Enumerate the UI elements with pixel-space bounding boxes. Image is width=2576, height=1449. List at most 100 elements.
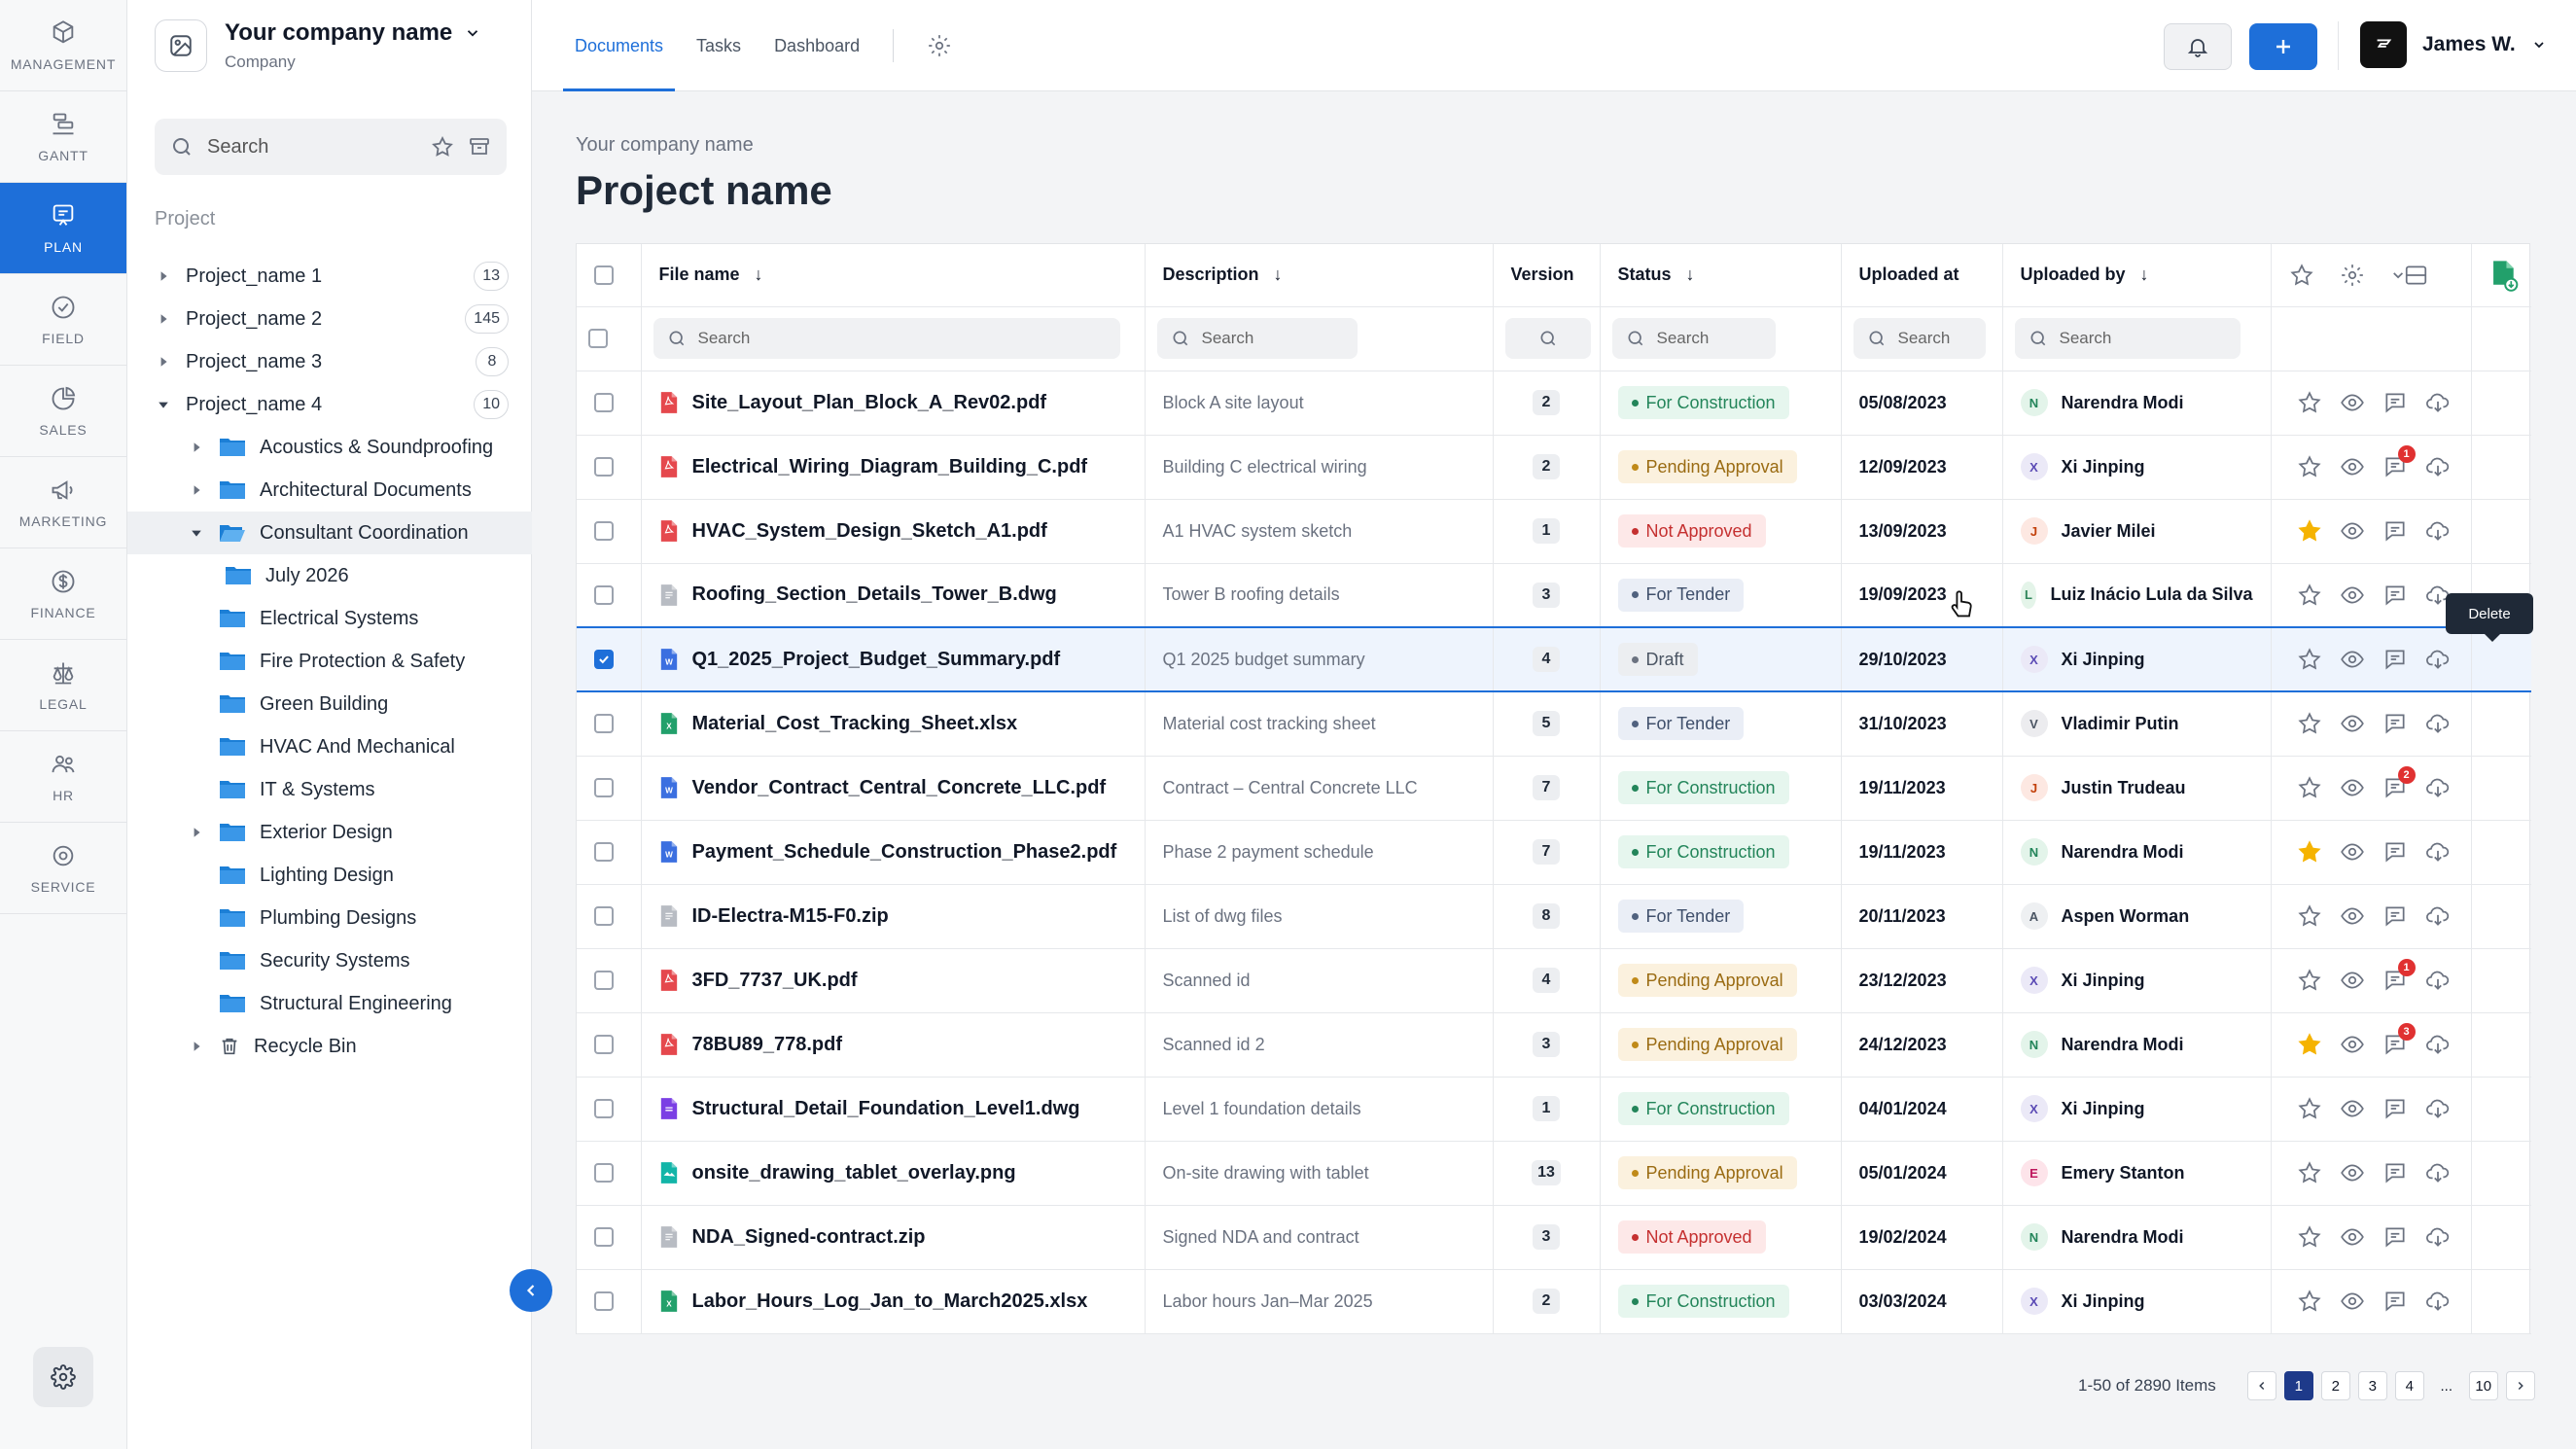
tree-node[interactable]: Project_name 1 13	[127, 255, 532, 298]
file-name-cell[interactable]: 78BU89_778.pdf	[641, 1012, 1146, 1078]
tree-node[interactable]: Consultant Coordination	[127, 512, 532, 554]
file-name-cell[interactable]: X Material_Cost_Tracking_Sheet.xlsx	[641, 691, 1146, 757]
file-search-input[interactable]: Search	[653, 318, 1120, 359]
tree-node[interactable]: Architectural Documents	[127, 469, 532, 512]
caret-down-icon[interactable]	[188, 527, 205, 539]
file-name[interactable]: Structural_Detail_Foundation_Level1.dwg	[692, 1098, 1080, 1120]
download-icon[interactable]	[2425, 518, 2451, 544]
file-name-cell[interactable]: Structural_Detail_Foundation_Level1.dwg	[641, 1077, 1146, 1142]
tree-node[interactable]: Plumbing Designs	[127, 897, 532, 939]
comment-icon[interactable]	[2382, 1160, 2408, 1185]
file-name[interactable]: Labor_Hours_Log_Jan_to_March2025.xlsx	[692, 1290, 1088, 1313]
eye-icon[interactable]	[2340, 647, 2365, 672]
table-row[interactable]: Roofing_Section_Details_Tower_B.dwg Tower…	[577, 563, 2531, 628]
caret-right-icon[interactable]	[188, 1041, 205, 1052]
notifications-button[interactable]	[2164, 23, 2232, 70]
status-badge[interactable]: Pending Approval	[1617, 1156, 1797, 1189]
row-checkbox[interactable]	[594, 778, 614, 797]
status-badge[interactable]: For Tender	[1617, 900, 1745, 933]
download-icon[interactable]	[2425, 1289, 2451, 1314]
collapse-panel-button[interactable]	[510, 1269, 552, 1312]
comment-icon[interactable]	[2382, 518, 2408, 544]
table-row[interactable]: X Labor_Hours_Log_Jan_to_March2025.xlsx La…	[577, 1269, 2531, 1334]
comment-icon[interactable]	[2382, 903, 2408, 929]
page-button[interactable]: 10	[2468, 1371, 2498, 1400]
file-name[interactable]: onsite_drawing_tablet_overlay.png	[692, 1162, 1016, 1184]
eye-icon[interactable]	[2340, 583, 2365, 608]
comment-icon[interactable]	[2382, 711, 2408, 736]
file-name-cell[interactable]: ID-Electra-M15-F0.zip	[641, 884, 1146, 949]
rail-item-legal[interactable]: LEGAL	[0, 640, 126, 731]
eye-icon[interactable]	[2340, 1224, 2365, 1250]
status-badge[interactable]: For Tender	[1617, 578, 1745, 612]
trash-icon[interactable]	[2468, 1224, 2471, 1250]
company-switcher[interactable]: Your company name Company	[155, 19, 481, 72]
row-checkbox[interactable]	[594, 457, 614, 477]
file-name[interactable]: Payment_Schedule_Construction_Phase2.pdf	[692, 841, 1117, 864]
export-excel-icon[interactable]	[2489, 259, 2519, 292]
download-icon[interactable]	[2425, 390, 2451, 415]
row-checkbox[interactable]	[594, 714, 614, 734]
table-row[interactable]: W Q1_2025_Project_Budget_Summary.pdf Q1 20…	[577, 626, 2531, 692]
file-name[interactable]: Material_Cost_Tracking_Sheet.xlsx	[692, 713, 1018, 735]
comment-icon[interactable]	[2382, 583, 2408, 608]
prev-page-button[interactable]	[2246, 1371, 2276, 1400]
table-row[interactable]: NDA_Signed-contract.zip Signed NDA and co…	[577, 1205, 2531, 1270]
file-name-cell[interactable]: W Q1_2025_Project_Budget_Summary.pdf	[641, 626, 1146, 692]
comment-icon[interactable]	[2382, 1096, 2408, 1121]
star-icon[interactable]	[2297, 583, 2322, 608]
eye-icon[interactable]	[2340, 1032, 2365, 1057]
trash-icon[interactable]	[2468, 518, 2471, 544]
download-icon[interactable]	[2425, 1096, 2451, 1121]
eye-icon[interactable]	[2340, 711, 2365, 736]
tree-node[interactable]: Structural Engineering	[127, 982, 532, 1025]
tree-node[interactable]: HVAC And Mechanical	[127, 725, 532, 768]
trash-icon[interactable]	[2468, 968, 2471, 993]
gear-icon[interactable]	[2340, 263, 2365, 288]
tree-node[interactable]: Recycle Bin	[127, 1025, 532, 1068]
description-search-input[interactable]: Search	[1156, 318, 1358, 359]
page-button[interactable]: 3	[2357, 1371, 2387, 1400]
tree-node[interactable]: Project_name 4 10	[127, 383, 532, 426]
caret-right-icon[interactable]	[188, 484, 205, 496]
breadcrumb[interactable]: Your company name	[576, 134, 754, 157]
filter-checkbox[interactable]	[588, 329, 608, 348]
comment-icon[interactable]	[2382, 1224, 2408, 1250]
tree-node[interactable]: July 2026	[127, 554, 532, 597]
download-icon[interactable]	[2425, 968, 2451, 993]
file-name-cell[interactable]: X Labor_Hours_Log_Jan_to_March2025.xlsx	[641, 1269, 1146, 1334]
next-page-button[interactable]	[2505, 1371, 2535, 1400]
rail-item-gantt[interactable]: GANTT	[0, 91, 126, 183]
sort-down-icon[interactable]: ↓	[1686, 265, 1695, 284]
caret-right-icon[interactable]	[155, 270, 172, 282]
download-icon[interactable]	[2425, 903, 2451, 929]
table-row[interactable]: Electrical_Wiring_Diagram_Building_C.pdf…	[577, 435, 2531, 500]
table-row[interactable]: Site_Layout_Plan_Block_A_Rev02.pdf Block …	[577, 371, 2531, 436]
star-icon[interactable]	[2297, 968, 2322, 993]
table-row[interactable]: ID-Electra-M15-F0.zip List of dwg files 8 F…	[577, 884, 2531, 949]
rail-item-management[interactable]: MANAGEMENT	[0, 0, 126, 91]
status-badge[interactable]: For Construction	[1617, 835, 1789, 868]
row-checkbox[interactable]	[594, 584, 614, 605]
file-name-cell[interactable]: Site_Layout_Plan_Block_A_Rev02.pdf	[641, 371, 1146, 436]
row-checkbox[interactable]	[594, 521, 614, 541]
row-checkbox[interactable]	[594, 1227, 614, 1247]
file-name[interactable]: Site_Layout_Plan_Block_A_Rev02.pdf	[692, 392, 1047, 414]
file-name-cell[interactable]: 3FD_7737_UK.pdf	[641, 948, 1146, 1013]
eye-icon[interactable]	[2340, 1096, 2365, 1121]
tab-dashboard[interactable]: Dashboard	[774, 0, 860, 91]
caret-right-icon[interactable]	[155, 356, 172, 368]
trash-icon[interactable]	[2468, 647, 2471, 672]
status-badge[interactable]: For Construction	[1617, 1092, 1789, 1125]
status-badge[interactable]: Draft	[1617, 643, 1698, 676]
row-checkbox[interactable]	[594, 1099, 614, 1118]
sort-down-icon[interactable]: ↓	[2140, 265, 2149, 284]
eye-icon[interactable]	[2340, 454, 2365, 479]
file-name[interactable]: Vendor_Contract_Central_Concrete_LLC.pdf	[692, 777, 1107, 799]
col-version[interactable]: Version	[1493, 244, 1601, 307]
row-checkbox[interactable]	[594, 1291, 614, 1311]
row-checkbox[interactable]	[594, 842, 614, 862]
rail-item-service[interactable]: SERVICE	[0, 823, 126, 914]
status-badge[interactable]: Not Approved	[1617, 1220, 1766, 1254]
comment-icon[interactable]: 3	[2382, 1023, 2416, 1057]
